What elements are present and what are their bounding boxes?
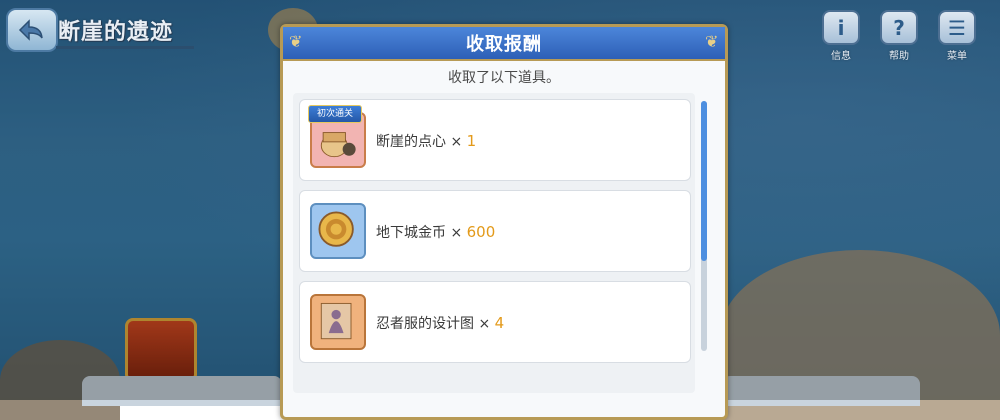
info-icon: i (822, 10, 860, 45)
blueprint-icon (310, 294, 366, 350)
item-qty: 4 (494, 314, 505, 332)
header-ornament-left-icon: ❦ (289, 32, 303, 51)
item-name: 断崖的点心 × 1 (376, 132, 477, 150)
help-button[interactable]: ? 帮助 (876, 10, 922, 62)
back-arrow-icon (18, 19, 43, 41)
info-label: 信息 (831, 51, 851, 62)
info-button[interactable]: i 信息 (818, 10, 864, 62)
menu-label: 菜单 (947, 51, 967, 62)
item-qty: 600 (466, 223, 496, 241)
item-name: 地下城金币 × 600 (376, 223, 496, 241)
help-icon: ? (880, 10, 918, 45)
reward-dialog: ❦ 收取报酬 ❦ 收取了以下道具。 初次通关 断崖的点心 × 1 地下城金币 ×… (280, 24, 728, 420)
menu-button[interactable]: ☰ 菜单 (934, 10, 980, 62)
reward-list[interactable]: 初次通关 断崖的点心 × 1 地下城金币 × 600 忍者服的设计图 × 4 (293, 93, 695, 393)
header-ornament-right-icon: ❦ (705, 32, 719, 51)
dialog-title: 收取报酬 (466, 34, 542, 55)
item-name: 忍者服的设计图 × 4 (376, 314, 505, 332)
scrollbar-thumb[interactable] (701, 101, 707, 261)
item-qty: 1 (466, 132, 477, 150)
menu-icon: ☰ (938, 10, 976, 45)
dialog-header: ❦ 收取报酬 ❦ (283, 27, 725, 61)
dialog-subtitle: 收取了以下道具。 (448, 70, 560, 86)
back-button[interactable] (6, 8, 58, 52)
gold-coin-icon (310, 203, 366, 259)
stage-title: 断崖的遗迹 (58, 20, 174, 45)
first-clear-badge: 初次通关 (308, 105, 363, 123)
scrollbar[interactable] (701, 101, 707, 351)
reward-item: 忍者服的设计图 × 4 (299, 281, 691, 363)
help-label: 帮助 (889, 51, 909, 62)
reward-item: 初次通关 断崖的点心 × 1 (299, 99, 691, 181)
reward-item: 地下城金币 × 600 (299, 190, 691, 272)
